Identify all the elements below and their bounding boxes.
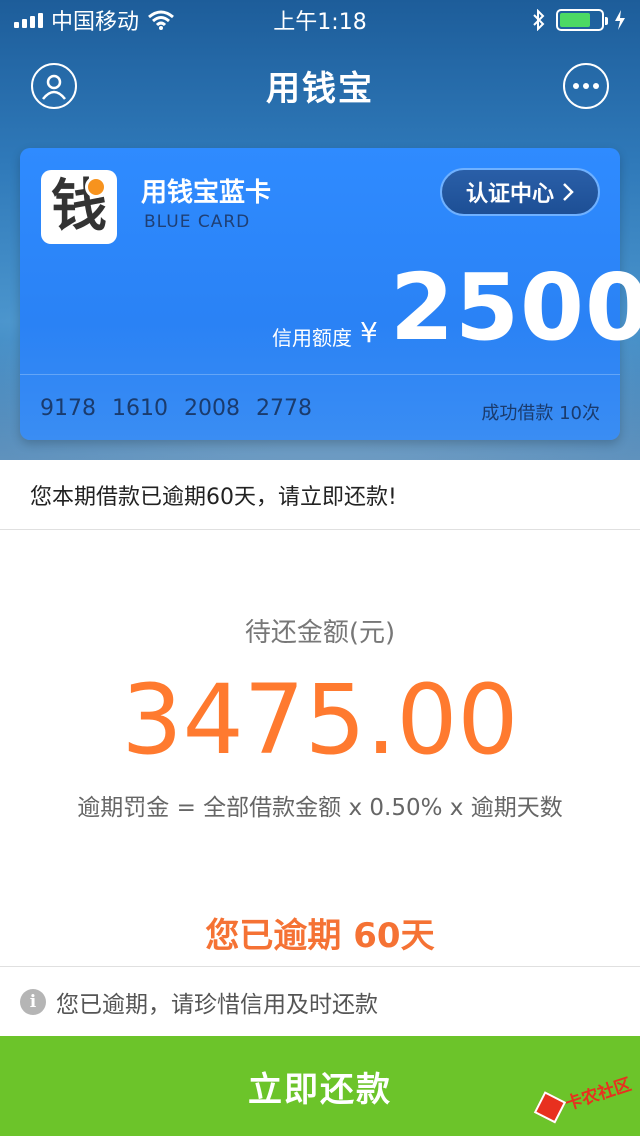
successful-loans-count: 成功借款 10次: [481, 403, 600, 424]
credit-limit-label: 信用额度: [272, 326, 352, 350]
card-divider: [20, 374, 620, 375]
status-left: 中国移动: [14, 4, 175, 36]
nav-bar: 用钱宝: [0, 50, 640, 120]
profile-button[interactable]: [31, 63, 77, 109]
amount-due-label: 待还金额(元): [244, 618, 396, 648]
signal-icon: [14, 12, 43, 28]
bluetooth-icon: [533, 9, 545, 31]
status-bar: 中国移动 上午1:18: [0, 0, 640, 40]
more-button[interactable]: [563, 63, 609, 109]
amount-due-value: 3475.00: [121, 664, 519, 776]
carrier-label: 中国移动: [51, 10, 140, 35]
card-name: 用钱宝蓝卡: [141, 178, 272, 208]
page-title: 用钱宝: [266, 68, 374, 109]
info-icon: i: [20, 988, 46, 1015]
certification-center-button[interactable]: 认证中心: [440, 168, 600, 216]
currency-symbol: ¥: [360, 316, 378, 349]
logo-coin-icon: [85, 176, 107, 198]
user-profile-icon: [42, 74, 66, 100]
more-dots-icon: [573, 83, 599, 89]
overdue-days: 您已逾期 60天: [205, 916, 435, 956]
battery-fill: [560, 13, 590, 27]
watermark-text: 卡农社区: [562, 1074, 634, 1115]
certification-center-label: 认证中心: [465, 182, 554, 207]
card-number-group: 1610: [112, 396, 168, 421]
card-number-group: 9178: [40, 396, 96, 421]
credit-limit-amount: 2500: [390, 254, 640, 361]
battery-icon: [556, 9, 608, 31]
chevron-right-icon: [563, 183, 574, 201]
card-number-group: 2778: [256, 396, 312, 421]
credit-tip: i 您已逾期，请珍惜信用及时还款: [0, 966, 640, 1036]
card-number: 9178 1610 2008 2778: [40, 396, 312, 421]
credit-tip-text: 您已逾期，请珍惜信用及时还款: [56, 991, 378, 1018]
blue-card[interactable]: 钱 用钱宝蓝卡 BLUE CARD 认证中心 信用额度 ¥ 2500 9178 …: [20, 148, 640, 440]
app-logo: 钱: [41, 170, 117, 244]
card-number-group: 2008: [184, 396, 240, 421]
overdue-notice: 您本期借款已逾期60天，请立即还款!: [0, 460, 640, 530]
card-subtitle: BLUE CARD: [144, 212, 251, 232]
penalty-formula: 逾期罚金 = 全部借款金额 x 0.50% x 逾期天数: [77, 795, 563, 821]
wifi-icon: [148, 10, 174, 30]
status-right: [532, 9, 626, 31]
charging-icon: [615, 10, 625, 30]
